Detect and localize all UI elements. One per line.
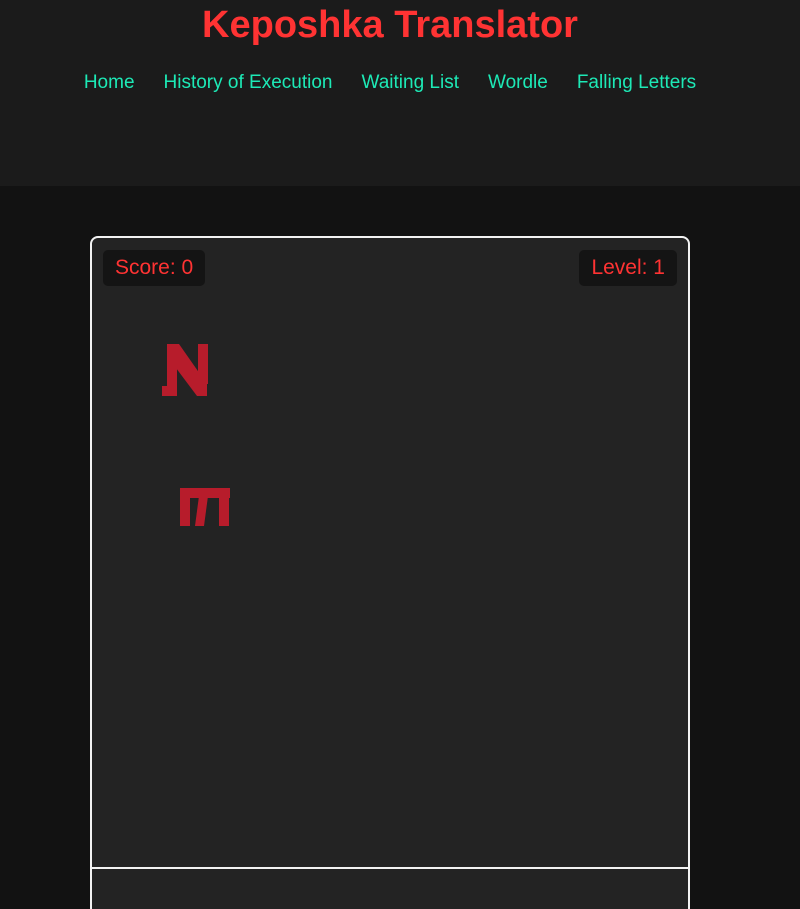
falling-letter-m [180, 488, 230, 526]
nav-home-link[interactable]: Home [84, 71, 135, 95]
falling-letter-n [162, 344, 208, 396]
site-title: Keposhka Translator [202, 4, 578, 46]
nav-history-link[interactable]: History of Execution [164, 71, 333, 95]
game-board[interactable]: Score: 0 Level: 1 [90, 236, 690, 870]
nav-falling-letters-link[interactable]: Falling Letters [577, 71, 696, 95]
site-header: Keposhka Translator Home History of Exec… [0, 0, 800, 186]
score-display: Score: 0 [103, 250, 206, 286]
nav-wordle-link[interactable]: Wordle [488, 71, 548, 95]
main-nav: Home History of Execution Waiting List W… [0, 71, 780, 95]
nav-waiting-list-link[interactable]: Waiting List [361, 71, 459, 95]
input-panel[interactable] [90, 867, 690, 909]
level-display: Level: 1 [579, 250, 677, 286]
